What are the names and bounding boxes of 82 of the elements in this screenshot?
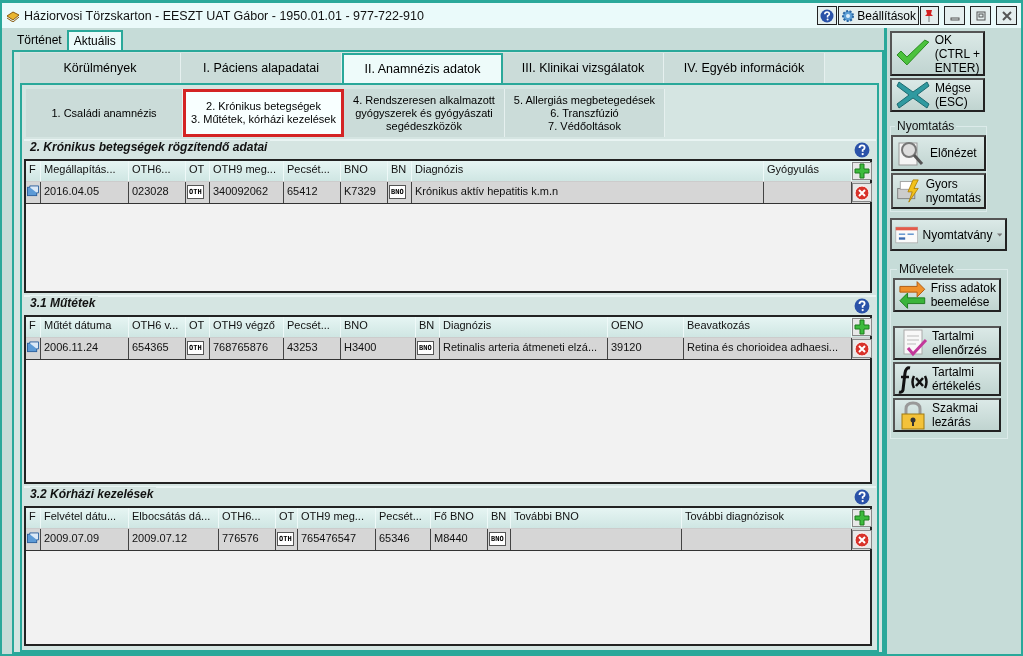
book-icon: [6, 9, 20, 22]
caret-icon: [996, 232, 1002, 237]
table-cell: 2009.07.09: [41, 529, 129, 550]
tab[interactable]: 2. Krónikus betegségek 3. Műtétek, kórházi kezelések: [183, 89, 344, 137]
pin-button[interactable]: [920, 6, 939, 25]
minimize-button[interactable]: [944, 6, 965, 25]
add-button[interactable]: [852, 162, 872, 180]
add-button[interactable]: [852, 509, 872, 527]
cancel-button[interactable]: Mégse (ESC): [890, 78, 985, 112]
cross-icon: [895, 80, 931, 110]
table-cell: 340092062: [210, 182, 284, 203]
function-icon: [898, 364, 928, 394]
maximize-button[interactable]: [970, 6, 991, 25]
gear-icon: [841, 8, 856, 23]
delete-button[interactable]: [852, 339, 872, 358]
lock-button[interactable]: Szakmai lezárás: [893, 398, 1001, 432]
group-label: Nyomtatás: [895, 119, 957, 133]
section-title: 2. Krónikus betegségek rögzítendő adatai: [30, 140, 271, 154]
table-cell: Krónikus aktív hepatitis k.m.n: [412, 182, 764, 203]
pin-icon: [923, 8, 935, 23]
record-icon[interactable]: [27, 532, 39, 544]
arrows-icon: [898, 280, 927, 310]
table-cell: 65412: [284, 182, 341, 203]
tab[interactable]: II. Anamnézis adatok: [342, 53, 503, 83]
tab[interactable]: 4. Rendszeresen alkalmazott gyógyszerek és gyógyászati segédeszközök: [344, 89, 505, 137]
table-cell: 776576: [219, 529, 276, 550]
magnifier-icon: [896, 139, 926, 167]
table-cell: 43253: [284, 338, 341, 359]
delete-icon: [854, 340, 870, 357]
plus-icon: [854, 319, 870, 335]
print-button[interactable]: Gyors nyomtatás: [891, 173, 986, 209]
table-cell: H3400: [341, 338, 416, 359]
table-cell: 2009.07.12: [129, 529, 219, 550]
tab[interactable]: I. Páciens alapadatai: [181, 53, 342, 83]
table-cell: 2006.11.24: [41, 338, 129, 359]
delete-icon: [854, 531, 870, 548]
plus-icon: [854, 163, 870, 179]
tab[interactable]: Körülmények: [20, 53, 181, 83]
help-icon[interactable]: [854, 142, 870, 158]
maximize-icon: [974, 9, 987, 22]
delete-icon: [854, 184, 870, 201]
table-cell: 39120: [608, 338, 684, 359]
plus-icon: [854, 510, 870, 526]
table-cell: 654365: [129, 338, 186, 359]
preview-button[interactable]: Előnézet: [891, 135, 986, 171]
record-icon[interactable]: [27, 341, 39, 353]
tab[interactable]: IV. Egyéb információk: [664, 53, 825, 83]
close-icon: [1000, 9, 1013, 22]
record-icon[interactable]: [27, 185, 39, 197]
import-button[interactable]: Friss adatok beemelése: [893, 278, 1001, 312]
ok-button[interactable]: OK (CTRL + ENTER): [890, 31, 985, 76]
table-cell: 768765876: [210, 338, 284, 359]
minimize-icon: [949, 16, 960, 21]
delete-button[interactable]: [852, 530, 872, 549]
table-cell: M8440: [431, 529, 488, 550]
table-cell: Retinalis arteria átmeneti elzá...: [440, 338, 608, 359]
table-cell: 2016.04.05: [41, 182, 129, 203]
tab[interactable]: Történet: [12, 30, 67, 50]
window-title: Háziorvosi Törzskarton - EESZT UAT Gábor - 1950.01.01 - 977-722-910: [24, 8, 424, 23]
padlock-icon: [898, 400, 928, 430]
help-button[interactable]: [817, 6, 838, 25]
tab[interactable]: 5. Allergiás megbetegedések 6. Transzfúzió 7. Védőoltások: [505, 89, 665, 137]
tab[interactable]: III. Klinikai vizsgálatok: [503, 53, 664, 83]
tab[interactable]: 1. Családi anamnézis: [26, 89, 183, 137]
table-cell: 023028: [129, 182, 186, 203]
help-icon[interactable]: [854, 298, 870, 314]
help-icon: [820, 8, 835, 23]
section-title: 3.2 Kórházi kezelések: [30, 487, 157, 501]
group-label: Műveletek: [897, 262, 956, 276]
delete-button[interactable]: [852, 183, 872, 202]
section-title: 3.1 Műtétek: [30, 296, 99, 310]
table-cell: 765476547: [298, 529, 376, 550]
table-cell: K7329: [341, 182, 388, 203]
check-button[interactable]: Tartalmi ellenőrzés: [893, 326, 1001, 360]
table-cell: 65346: [376, 529, 431, 550]
help-icon[interactable]: [854, 489, 870, 505]
form-dropdown[interactable]: Nyomtatvány: [890, 218, 1007, 251]
evaluate-button[interactable]: Tartalmi értékelés: [893, 362, 1001, 396]
add-button[interactable]: [852, 318, 872, 336]
tab[interactable]: Aktuális: [66, 30, 123, 50]
settings-button[interactable]: Beállítások: [838, 6, 919, 25]
close-button[interactable]: [996, 6, 1017, 25]
